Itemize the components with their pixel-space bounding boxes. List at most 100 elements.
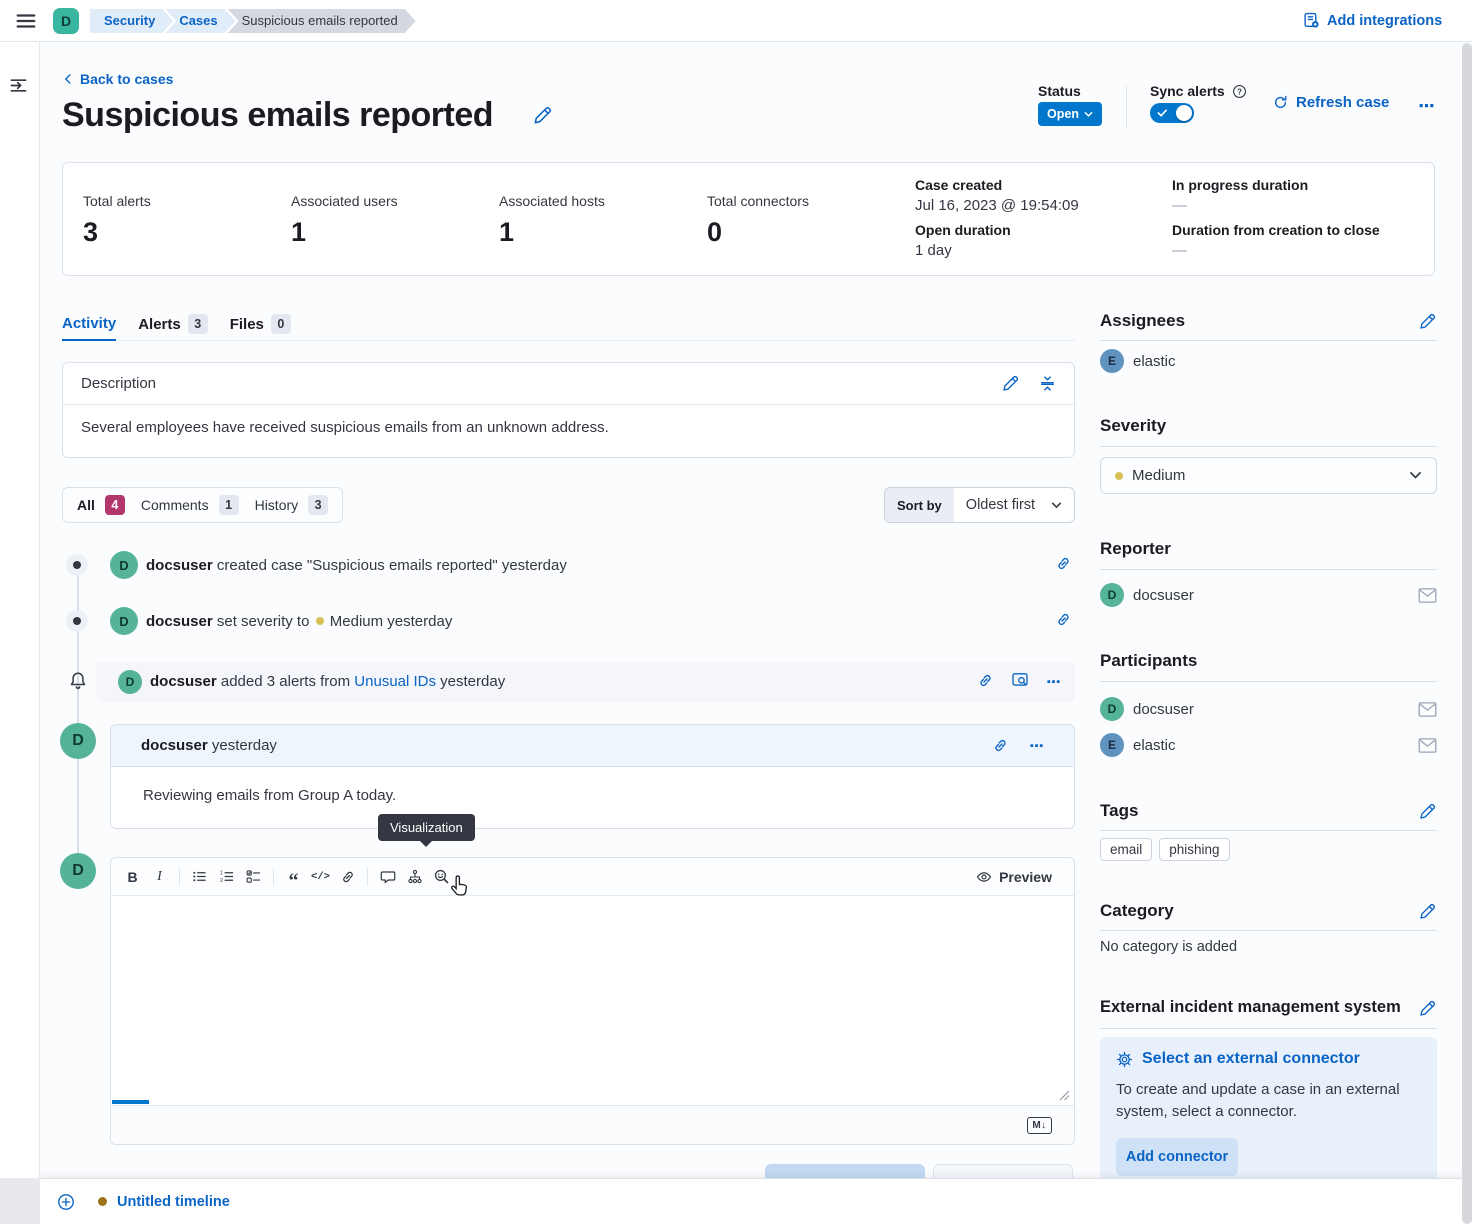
email-icon[interactable] bbox=[1418, 738, 1437, 753]
filter-all-button[interactable]: All bbox=[77, 497, 95, 513]
add-integrations-label: Add integrations bbox=[1327, 13, 1442, 29]
sort-order-select[interactable]: Oldest first bbox=[954, 488, 1074, 522]
expand-nav-icon[interactable] bbox=[9, 76, 28, 95]
vertical-scrollbar[interactable] bbox=[1462, 43, 1472, 1224]
code-button[interactable]: </> bbox=[307, 865, 334, 889]
ordered-list-button[interactable]: 12 bbox=[213, 865, 240, 889]
divider bbox=[1100, 681, 1437, 682]
category-empty-text: No category is added bbox=[1100, 939, 1237, 955]
status-open-button[interactable]: Open bbox=[1038, 102, 1102, 126]
markdown-help-icon[interactable]: M↓ bbox=[1027, 1117, 1052, 1134]
edit-category-pencil-icon[interactable] bbox=[1419, 903, 1436, 920]
rail-bottom-gutter bbox=[0, 1178, 40, 1224]
secondary-button-partial[interactable] bbox=[933, 1164, 1073, 1178]
editor-toolbar: B I 12 “ </> Preview bbox=[111, 858, 1074, 896]
copy-link-icon[interactable] bbox=[977, 672, 994, 689]
tags-list: emailphishing bbox=[1100, 838, 1237, 861]
tag-badge: email bbox=[1100, 838, 1152, 861]
svg-text:1: 1 bbox=[220, 871, 223, 877]
insert-link-button[interactable] bbox=[334, 865, 361, 889]
participants-title: Participants bbox=[1100, 651, 1197, 671]
bold-button[interactable]: B bbox=[119, 865, 146, 889]
edit-description-pencil-icon[interactable] bbox=[1002, 375, 1019, 392]
edit-title-pencil-icon[interactable] bbox=[533, 106, 552, 125]
email-icon[interactable] bbox=[1418, 588, 1437, 603]
copy-link-icon[interactable] bbox=[992, 737, 1009, 754]
italic-button[interactable]: I bbox=[146, 865, 173, 889]
sync-alerts-toggle[interactable] bbox=[1150, 103, 1194, 123]
email-icon[interactable] bbox=[1418, 702, 1437, 717]
files-count-badge: 0 bbox=[271, 314, 291, 334]
copy-link-icon[interactable] bbox=[1055, 555, 1072, 572]
unordered-list-button[interactable] bbox=[186, 865, 213, 889]
page-title: Suspicious emails reported bbox=[62, 96, 493, 135]
unusual-ids-link[interactable]: Unusual IDs bbox=[354, 673, 436, 690]
resize-handle[interactable] bbox=[1059, 1090, 1070, 1101]
toggle-check-icon bbox=[1157, 108, 1168, 118]
edit-tags-pencil-icon[interactable] bbox=[1419, 803, 1436, 820]
user-avatar: D bbox=[60, 723, 96, 759]
sort-by-label: Sort by bbox=[885, 488, 954, 522]
severity-select[interactable]: Medium bbox=[1100, 457, 1437, 494]
help-question-icon[interactable]: ? bbox=[1232, 84, 1247, 99]
sync-alerts-label-row: Sync alerts ? bbox=[1150, 83, 1247, 99]
menu-hamburger-icon[interactable] bbox=[15, 10, 37, 32]
connector-callout-panel: Select an external connector To create a… bbox=[1100, 1037, 1437, 1185]
case-actions-ellipsis-icon[interactable] bbox=[1418, 97, 1435, 114]
assignee-row: E elastic bbox=[1100, 349, 1176, 373]
breadcrumb-security[interactable]: Security bbox=[90, 9, 173, 33]
collapse-description-icon[interactable] bbox=[1039, 375, 1056, 392]
timeline-bottom-bar: Untitled timeline bbox=[40, 1178, 1472, 1224]
hand-cursor bbox=[448, 874, 472, 900]
user-avatar: E bbox=[1100, 733, 1124, 757]
refresh-case-button[interactable]: Refresh case bbox=[1273, 94, 1389, 111]
quote-button[interactable]: “ bbox=[280, 865, 307, 889]
filter-comments-button[interactable]: Comments bbox=[141, 497, 209, 513]
reporter-row: D docsuser bbox=[1100, 583, 1437, 607]
header-divider bbox=[1126, 86, 1127, 128]
select-connector-link[interactable]: Select an external connector bbox=[1116, 1050, 1421, 1068]
task-list-button[interactable] bbox=[240, 865, 267, 889]
tab-files[interactable]: Files0 bbox=[230, 308, 291, 341]
filter-history-button[interactable]: History bbox=[255, 497, 299, 513]
metric-case-created: Case created Jul 16, 2023 @ 19:54:09 Ope… bbox=[915, 177, 1079, 259]
metric-total-connectors: Total connectors0 bbox=[707, 193, 809, 248]
tags-title: Tags bbox=[1100, 801, 1138, 821]
copy-link-icon[interactable] bbox=[1055, 611, 1072, 628]
textarea-focus-bar bbox=[112, 1100, 149, 1104]
comment-actions-ellipsis-icon[interactable] bbox=[1029, 738, 1044, 753]
quote-comment-button[interactable] bbox=[374, 865, 401, 889]
back-to-cases-link[interactable]: Back to cases bbox=[62, 71, 173, 87]
divider bbox=[1100, 930, 1437, 931]
activity-filter-group: All 4 Comments 1 History 3 bbox=[62, 487, 343, 523]
add-integrations-button[interactable]: Add integrations bbox=[1303, 12, 1442, 29]
edit-assignees-pencil-icon[interactable] bbox=[1419, 313, 1436, 330]
add-comment-button-partial[interactable] bbox=[765, 1164, 925, 1178]
filter-comments-count-badge: 1 bbox=[219, 495, 239, 515]
breadcrumb-cases[interactable]: Cases bbox=[165, 9, 235, 33]
description-title: Description bbox=[81, 375, 156, 392]
timeline-status-dot bbox=[98, 1197, 107, 1206]
metric-associated-hosts: Associated hosts1 bbox=[499, 193, 605, 248]
user-avatar: D bbox=[1100, 583, 1124, 607]
add-timeline-plus-icon[interactable] bbox=[57, 1193, 75, 1211]
tab-activity[interactable]: Activity bbox=[62, 308, 116, 341]
description-panel: Description Several employees have recei… bbox=[62, 362, 1075, 458]
space-avatar[interactable]: D bbox=[53, 8, 79, 34]
event-severity-text: docsuser set severity to Medium yesterda… bbox=[146, 613, 452, 630]
divider bbox=[1100, 830, 1437, 831]
investigate-in-timeline-icon[interactable] bbox=[1011, 671, 1029, 689]
tab-alerts[interactable]: Alerts3 bbox=[138, 308, 208, 341]
preview-button[interactable]: Preview bbox=[976, 869, 1066, 885]
comment-textarea[interactable] bbox=[111, 896, 1074, 1105]
untitled-timeline-button[interactable]: Untitled timeline bbox=[117, 1194, 230, 1210]
metric-associated-users: Associated users1 bbox=[291, 193, 398, 248]
user-avatar: D bbox=[118, 670, 142, 694]
add-connector-button[interactable]: Add connector bbox=[1116, 1138, 1238, 1176]
edit-connector-pencil-icon[interactable] bbox=[1419, 1000, 1436, 1017]
alert-actions-ellipsis-icon[interactable] bbox=[1046, 674, 1061, 689]
editor-footer: M↓ bbox=[111, 1105, 1074, 1145]
breadcrumb: SecurityCasesSuspicious emails reported bbox=[90, 9, 416, 33]
case-metrics-panel: Total alerts3 Associated users1 Associat… bbox=[62, 162, 1435, 276]
insert-timeline-button[interactable] bbox=[401, 865, 428, 889]
